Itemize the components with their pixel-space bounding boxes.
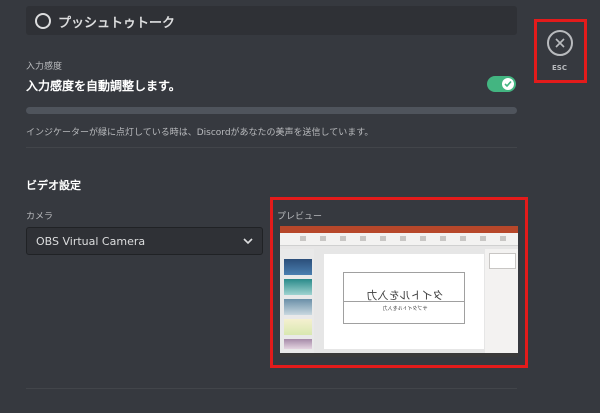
auto-adjust-toggle[interactable] bbox=[487, 76, 516, 92]
push-to-talk-option[interactable]: プッシュトゥトーク bbox=[26, 6, 517, 35]
bottom-divider bbox=[26, 388, 517, 389]
check-icon bbox=[504, 80, 512, 88]
camera-label: カメラ bbox=[26, 212, 54, 222]
push-to-talk-label: プッシュトゥトーク bbox=[58, 16, 176, 31]
radio-icon[interactable] bbox=[35, 13, 51, 29]
input-sensitivity-heading: 入力感度 bbox=[26, 62, 63, 72]
sensitivity-meter bbox=[26, 107, 517, 114]
chevron-down-icon bbox=[243, 238, 253, 245]
voice-hint-text: インジケーターが緑に点灯している時は、Discordがあなたの美声を送信していま… bbox=[26, 128, 374, 138]
preview-highlight-box bbox=[270, 197, 528, 368]
toggle-knob bbox=[502, 78, 514, 90]
close-highlight-box bbox=[534, 19, 587, 83]
section-divider bbox=[26, 147, 517, 148]
camera-selected-value: OBS Virtual Camera bbox=[36, 235, 146, 248]
camera-select[interactable]: OBS Virtual Camera bbox=[26, 227, 263, 255]
video-settings-title: ビデオ設定 bbox=[26, 179, 81, 192]
auto-adjust-label: 入力感度を自動調整します。 bbox=[26, 79, 181, 93]
